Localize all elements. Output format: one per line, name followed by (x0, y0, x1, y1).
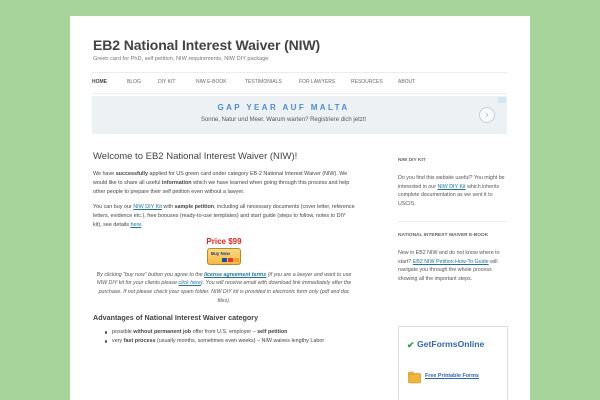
widget-title-ebook: National Interest Waiver E-Book (398, 232, 489, 238)
nav-item-resources[interactable]: Resources (351, 79, 383, 85)
sidebar-howto-guide-link[interactable]: EB2 NIW Petition How-To Guide (413, 259, 489, 265)
getformsonline-ad[interactable]: ✔ GetFormsOnline Free Printable Forms (398, 326, 508, 400)
page-container: EB2 National Interest Waiver (NIW) Green… (70, 16, 530, 400)
sidebar: NIW DIY Kit Do you find this website use… (398, 158, 508, 296)
text: offer from U.S. employer – (191, 329, 258, 336)
ad-title[interactable]: GAP YEAR AUF MALTA (92, 103, 475, 112)
text: with (161, 204, 175, 211)
widget-text-ebook: New in EB2 NIW and do not know where to … (398, 249, 508, 284)
kit-paragraph: You can buy our NIW DIY Kit with sample … (93, 203, 355, 229)
nav-item-niw-ebook[interactable]: NIW E-Book (196, 79, 227, 85)
bold-text: fast process (123, 338, 156, 345)
nav-item-home[interactable]: Home (92, 79, 107, 85)
list-item: possible without permanent job offer fro… (93, 328, 355, 337)
text: possible (112, 329, 134, 336)
list-item: very fast process (usually months, somet… (93, 337, 355, 346)
chevron-right-icon[interactable]: › (479, 107, 495, 123)
text: We have (93, 171, 116, 177)
bold-text: information (161, 179, 192, 186)
bold-text: sample petition (174, 204, 215, 211)
bold-text: successfully (115, 171, 149, 177)
nav-item-blog[interactable]: Blog (127, 79, 141, 85)
nav-item-about[interactable]: About (398, 79, 415, 85)
main-content: Welcome to EB2 National Interest Waiver … (93, 151, 355, 346)
license-agreement-link[interactable]: license agreement terms (204, 272, 266, 278)
ad-banner[interactable]: GAP YEAR AUF MALTA Sonne, Natur und Meer… (92, 96, 507, 134)
getformsonline-logo[interactable]: ✔ GetFormsOnline (407, 339, 484, 350)
payment-cards-icon (222, 258, 239, 262)
advantages-list: possible without permanent job offer fro… (93, 328, 355, 346)
widget-title-diy-kit: NIW DIY Kit (398, 158, 426, 163)
advantages-heading: Advantages of National Interest Waiver c… (93, 313, 259, 323)
nav-item-diy-kit[interactable]: DIY Kit (158, 79, 175, 85)
price-label: Price $99 (206, 236, 242, 246)
text: . (141, 221, 143, 228)
ad-choices-icon[interactable] (498, 97, 506, 103)
logo-text: GetFormsOnline (417, 339, 485, 349)
niw-diy-kit-link[interactable]: NIW DIY Kit (133, 204, 162, 210)
text: You can buy our (93, 204, 134, 211)
nav-item-for-lawyers[interactable]: For Lawyers (299, 79, 335, 85)
buy-now-label: Buy Now (211, 250, 230, 256)
bold-text: without permanent job (133, 329, 192, 336)
nav-item-testimonials[interactable]: Testimonials (245, 79, 282, 85)
text: By clicking "buy now" button you agree t… (96, 271, 205, 278)
site-title[interactable]: EB2 National Interest Waiver (NIW) (93, 37, 320, 53)
widget-text-diy-kit: Do you find this website useful? You mig… (398, 174, 508, 209)
checkmark-icon: ✔ (407, 340, 415, 350)
text: (usually months, sometimes even weeks) –… (155, 338, 325, 345)
text: very (112, 338, 124, 345)
intro-paragraph: We have successfully applied for US gree… (93, 170, 355, 196)
buy-now-button[interactable]: Buy Now (207, 247, 241, 265)
lawyer-click-here-link[interactable]: click here (179, 280, 201, 286)
sidebar-diy-kit-link[interactable]: NIW DIY Kit (437, 184, 465, 190)
main-navigation: Home Blog DIY Kit NIW E-Book Testimonial… (92, 72, 507, 94)
entry-title: Welcome to EB2 National Interest Waiver … (93, 151, 298, 162)
purchase-note: By clicking "buy now" button you agree t… (93, 271, 355, 305)
folder-icon (408, 371, 421, 384)
ad-subtitle[interactable]: Sonne, Natur und Meer. Warum warten? Reg… (92, 117, 475, 123)
site-description: Green card for PhD, self petition, NIW r… (93, 56, 269, 62)
bold-text: self petition (257, 329, 288, 336)
free-printable-forms-link[interactable]: Free Printable Forms (425, 373, 479, 379)
divider (398, 220, 508, 222)
details-here-link[interactable]: here (130, 222, 141, 228)
